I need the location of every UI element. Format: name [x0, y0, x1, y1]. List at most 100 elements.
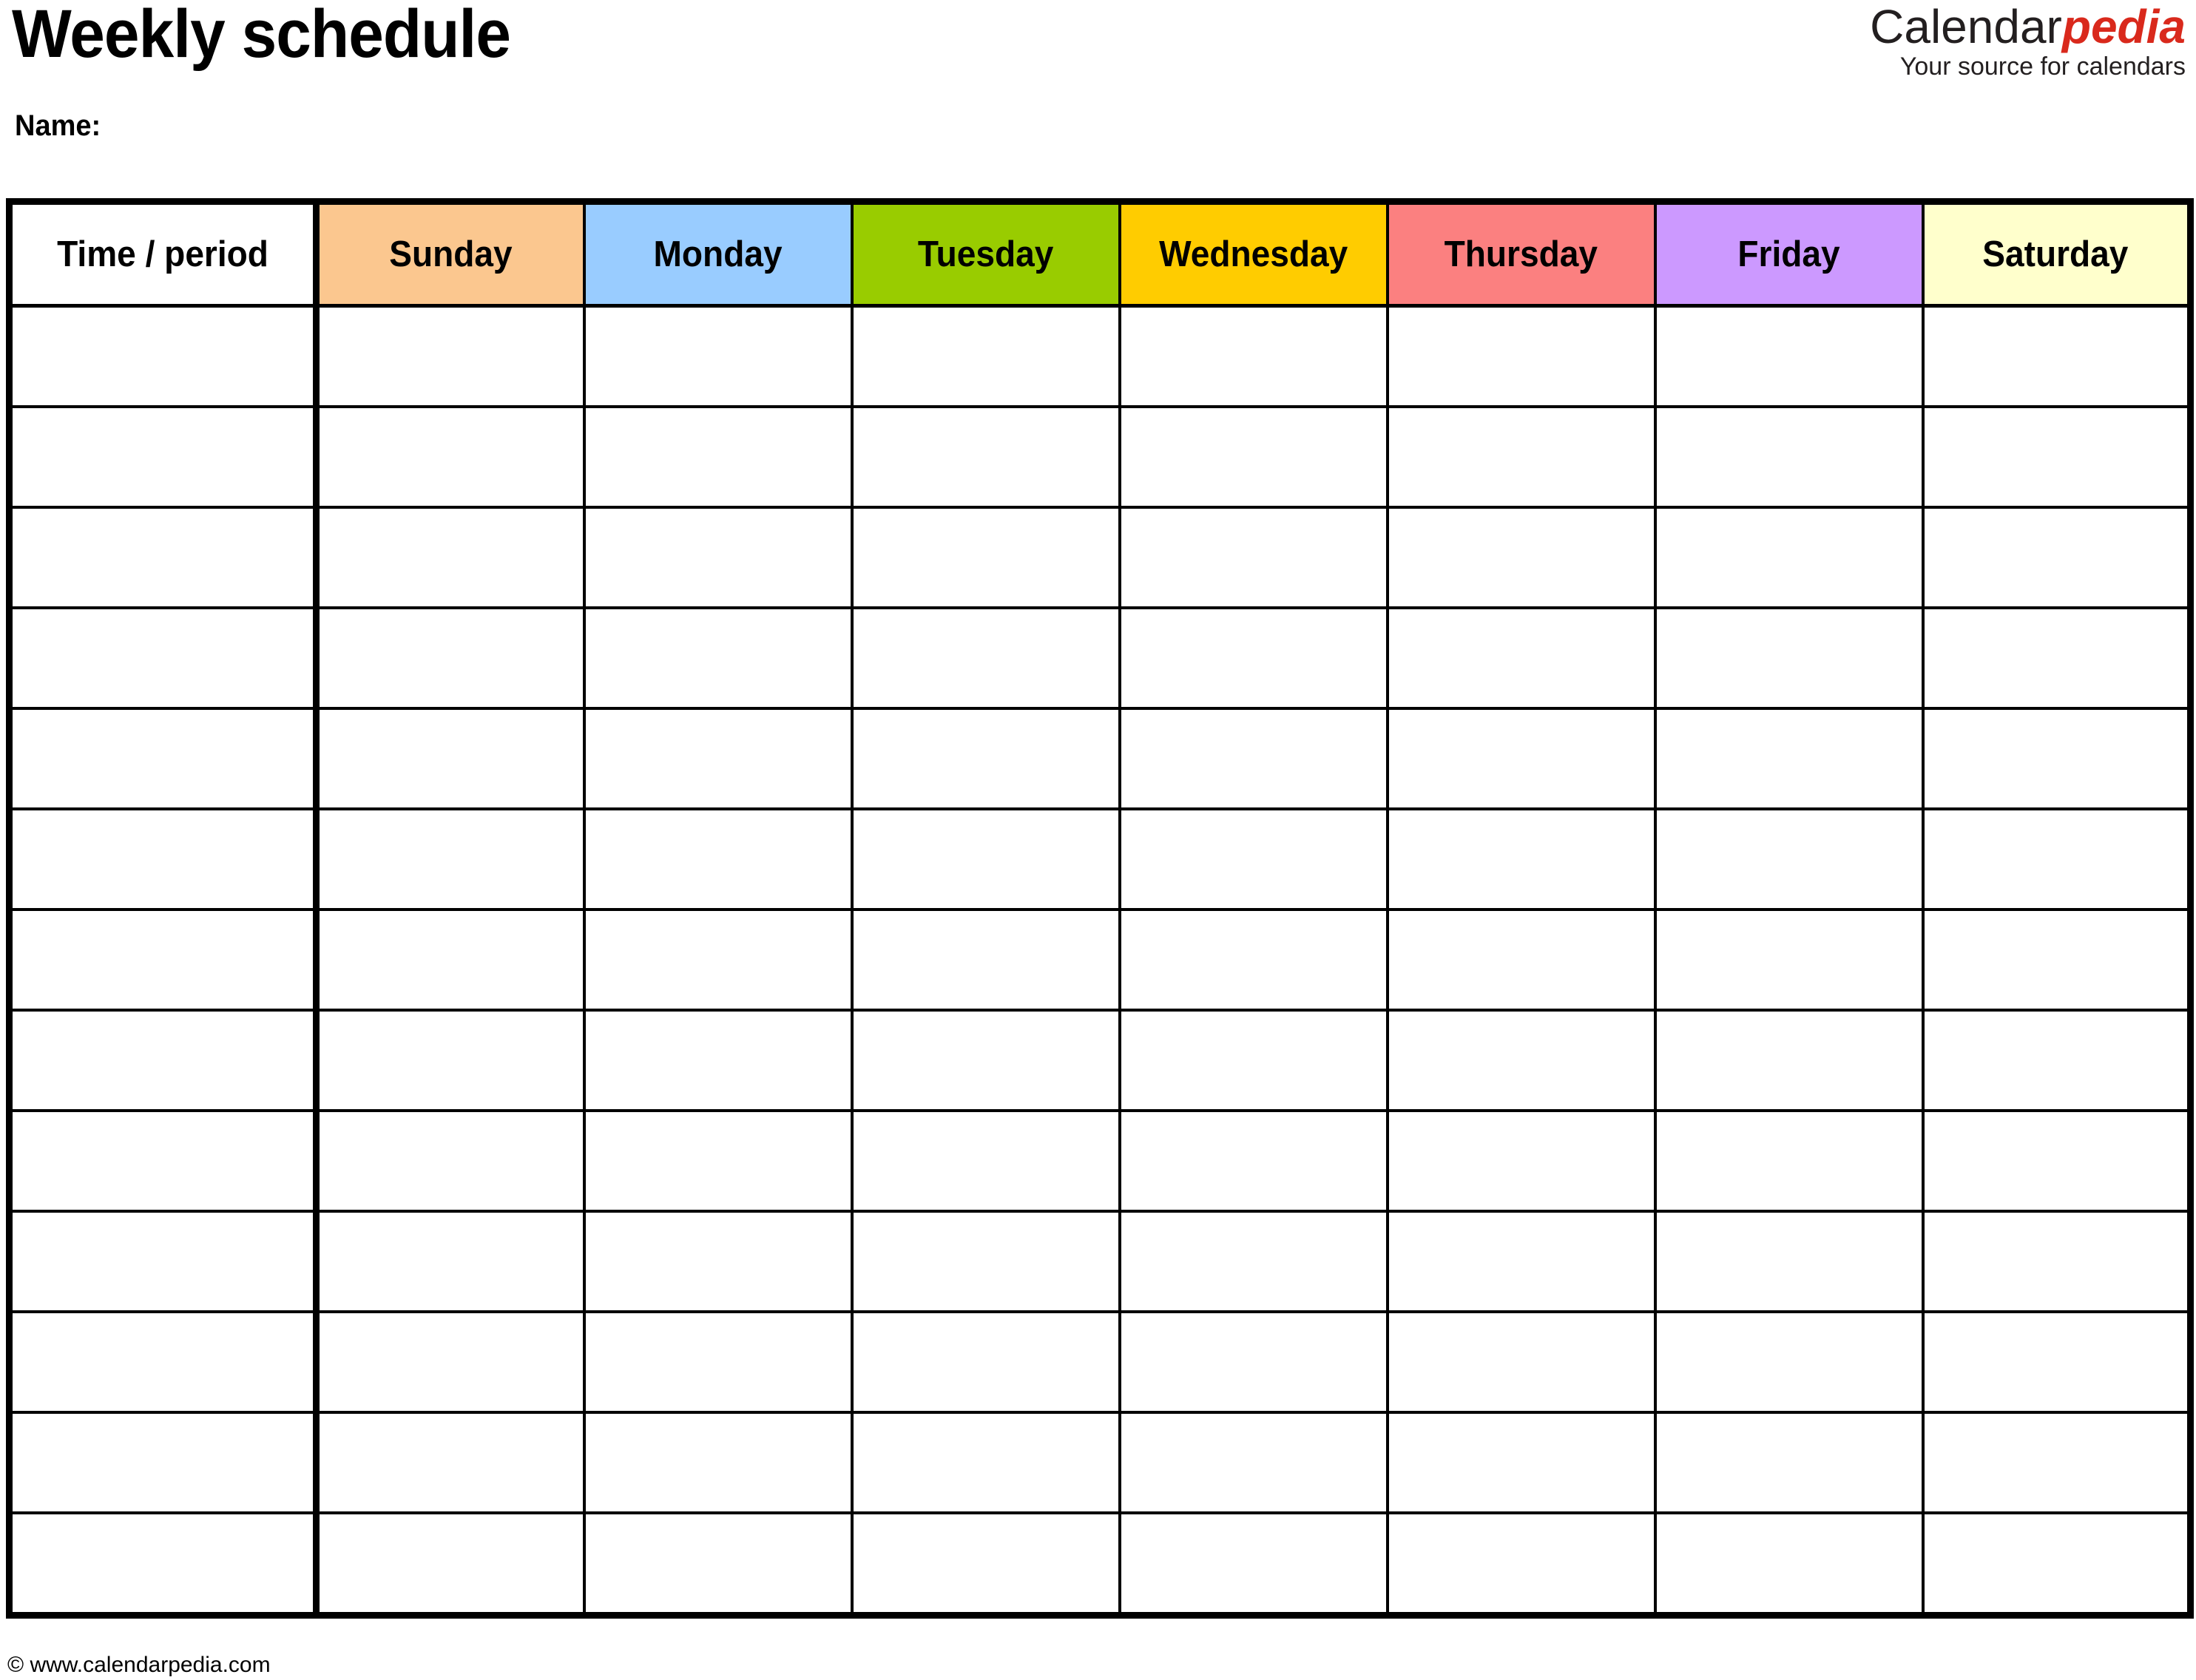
- schedule-entry-cell[interactable]: [850, 1511, 1121, 1616]
- schedule-entry-cell[interactable]: [1921, 1310, 2191, 1414]
- calendarpedia-logo[interactable]: Calendarpedia Your source for calendars: [1870, 3, 2186, 81]
- schedule-entry-cell[interactable]: [314, 1411, 586, 1514]
- schedule-entry-cell[interactable]: [582, 506, 854, 609]
- schedule-entry-cell[interactable]: [1653, 606, 1925, 710]
- schedule-entry-cell[interactable]: [582, 707, 854, 810]
- time-period-cell[interactable]: [9, 304, 320, 408]
- schedule-entry-cell[interactable]: [850, 1210, 1121, 1313]
- schedule-entry-cell[interactable]: [1118, 707, 1389, 810]
- schedule-entry-cell[interactable]: [1921, 606, 2191, 710]
- footer-copyright[interactable]: © www.calendarpedia.com: [7, 1652, 271, 1679]
- schedule-entry-cell[interactable]: [582, 1109, 854, 1213]
- schedule-entry-cell[interactable]: [582, 1009, 854, 1112]
- schedule-entry-cell[interactable]: [1118, 1210, 1389, 1313]
- schedule-entry-cell[interactable]: [1653, 304, 1925, 408]
- schedule-entry-cell[interactable]: [314, 1109, 586, 1213]
- schedule-entry-cell[interactable]: [1385, 1009, 1657, 1112]
- schedule-entry-cell[interactable]: [850, 908, 1121, 1012]
- time-period-cell[interactable]: [9, 908, 320, 1012]
- schedule-entry-cell[interactable]: [1653, 506, 1925, 609]
- schedule-entry-cell[interactable]: [582, 1210, 854, 1313]
- schedule-entry-cell[interactable]: [314, 707, 586, 810]
- schedule-entry-cell[interactable]: [314, 304, 586, 408]
- schedule-entry-cell[interactable]: [1921, 1411, 2191, 1514]
- schedule-entry-cell[interactable]: [1385, 707, 1657, 810]
- time-period-cell[interactable]: [9, 405, 320, 509]
- schedule-entry-cell[interactable]: [850, 1411, 1121, 1514]
- schedule-entry-cell[interactable]: [1653, 405, 1925, 509]
- schedule-entry-cell[interactable]: [1921, 1511, 2191, 1616]
- schedule-entry-cell[interactable]: [850, 304, 1121, 408]
- schedule-entry-cell[interactable]: [1385, 1109, 1657, 1213]
- schedule-entry-cell[interactable]: [1653, 1310, 1925, 1414]
- time-period-cell[interactable]: [9, 707, 320, 810]
- schedule-entry-cell[interactable]: [1653, 1411, 1925, 1514]
- schedule-entry-cell[interactable]: [1385, 606, 1657, 710]
- schedule-entry-cell[interactable]: [314, 908, 586, 1012]
- schedule-entry-cell[interactable]: [1921, 908, 2191, 1012]
- schedule-entry-cell[interactable]: [850, 606, 1121, 710]
- schedule-entry-cell[interactable]: [1921, 1109, 2191, 1213]
- schedule-entry-cell[interactable]: [1921, 506, 2191, 609]
- schedule-entry-cell[interactable]: [1385, 1511, 1657, 1616]
- schedule-entry-cell[interactable]: [1118, 908, 1389, 1012]
- schedule-entry-cell[interactable]: [314, 1310, 586, 1414]
- schedule-entry-cell[interactable]: [1118, 405, 1389, 509]
- time-period-cell[interactable]: [9, 807, 320, 911]
- schedule-entry-cell[interactable]: [314, 405, 586, 509]
- schedule-entry-cell[interactable]: [582, 807, 854, 911]
- schedule-entry-cell[interactable]: [1118, 1511, 1389, 1616]
- schedule-entry-cell[interactable]: [1118, 506, 1389, 609]
- schedule-entry-cell[interactable]: [850, 405, 1121, 509]
- schedule-entry-cell[interactable]: [314, 1210, 586, 1313]
- schedule-entry-cell[interactable]: [582, 304, 854, 408]
- schedule-entry-cell[interactable]: [582, 1511, 854, 1616]
- schedule-entry-cell[interactable]: [1921, 1009, 2191, 1112]
- schedule-entry-cell[interactable]: [1653, 807, 1925, 911]
- schedule-entry-cell[interactable]: [582, 1310, 854, 1414]
- time-period-cell[interactable]: [9, 1109, 320, 1213]
- schedule-entry-cell[interactable]: [314, 807, 586, 911]
- schedule-entry-cell[interactable]: [850, 1109, 1121, 1213]
- schedule-entry-cell[interactable]: [1118, 1310, 1389, 1414]
- schedule-entry-cell[interactable]: [1653, 1109, 1925, 1213]
- schedule-entry-cell[interactable]: [1385, 304, 1657, 408]
- schedule-entry-cell[interactable]: [314, 506, 586, 609]
- schedule-entry-cell[interactable]: [1385, 1411, 1657, 1514]
- schedule-entry-cell[interactable]: [1118, 1109, 1389, 1213]
- time-period-cell[interactable]: [9, 506, 320, 609]
- schedule-entry-cell[interactable]: [850, 807, 1121, 911]
- schedule-entry-cell[interactable]: [582, 1411, 854, 1514]
- schedule-entry-cell[interactable]: [1118, 1009, 1389, 1112]
- schedule-entry-cell[interactable]: [1921, 1210, 2191, 1313]
- time-period-cell[interactable]: [9, 1310, 320, 1414]
- time-period-cell[interactable]: [9, 1411, 320, 1514]
- schedule-entry-cell[interactable]: [1653, 707, 1925, 810]
- schedule-entry-cell[interactable]: [850, 1009, 1121, 1112]
- schedule-entry-cell[interactable]: [1921, 807, 2191, 911]
- schedule-entry-cell[interactable]: [314, 1511, 586, 1616]
- time-period-cell[interactable]: [9, 1009, 320, 1112]
- schedule-entry-cell[interactable]: [1653, 1210, 1925, 1313]
- schedule-entry-cell[interactable]: [1653, 908, 1925, 1012]
- schedule-entry-cell[interactable]: [850, 506, 1121, 609]
- schedule-entry-cell[interactable]: [850, 707, 1121, 810]
- schedule-entry-cell[interactable]: [1653, 1511, 1925, 1616]
- schedule-entry-cell[interactable]: [1921, 304, 2191, 408]
- schedule-entry-cell[interactable]: [1118, 606, 1389, 710]
- schedule-entry-cell[interactable]: [1385, 405, 1657, 509]
- schedule-entry-cell[interactable]: [1385, 908, 1657, 1012]
- schedule-entry-cell[interactable]: [1653, 1009, 1925, 1112]
- schedule-entry-cell[interactable]: [1118, 304, 1389, 408]
- time-period-cell[interactable]: [9, 1210, 320, 1313]
- time-period-cell[interactable]: [9, 1511, 320, 1616]
- schedule-entry-cell[interactable]: [1921, 405, 2191, 509]
- schedule-entry-cell[interactable]: [582, 908, 854, 1012]
- schedule-entry-cell[interactable]: [314, 606, 586, 710]
- schedule-entry-cell[interactable]: [1921, 707, 2191, 810]
- schedule-entry-cell[interactable]: [1118, 807, 1389, 911]
- schedule-entry-cell[interactable]: [314, 1009, 586, 1112]
- schedule-entry-cell[interactable]: [1385, 807, 1657, 911]
- schedule-entry-cell[interactable]: [582, 606, 854, 710]
- schedule-entry-cell[interactable]: [850, 1310, 1121, 1414]
